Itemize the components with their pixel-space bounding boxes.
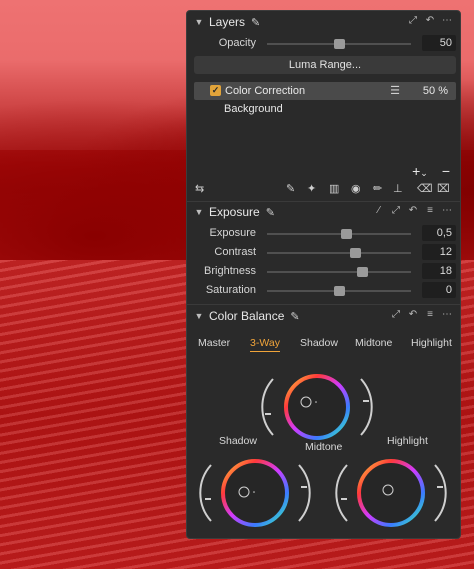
sliders-icon[interactable]: ☰: [390, 82, 400, 100]
contrast-row: Contrast 12: [187, 243, 460, 262]
chevron-down-icon[interactable]: ▼: [191, 207, 207, 217]
pencil-icon[interactable]: ✎: [290, 310, 299, 323]
exposure-row: Exposure 0,5: [187, 224, 460, 243]
chevron-down-icon[interactable]: ▼: [191, 17, 207, 27]
expand-icon[interactable]: ⤢: [408, 15, 418, 26]
tab-midtone[interactable]: Midtone: [355, 337, 392, 349]
exposure-header[interactable]: ▼ Exposure ✎ ⁄ ⤢ ↶ ≡ ⋯: [187, 201, 460, 223]
layer-name: Background: [224, 103, 283, 115]
slider-label: Exposure: [209, 227, 256, 239]
layer-toolbar: ⇆ ✎ ✦ ▥ ◉ ✏ ⊥ ⌫ ⌧: [187, 179, 460, 199]
ellipsis-icon[interactable]: ⋯: [442, 15, 452, 26]
pencil-icon[interactable]: ✎: [251, 16, 260, 29]
shadow-color-wheel[interactable]: [197, 449, 317, 539]
reset-icon[interactable]: ↶: [408, 205, 418, 216]
tab-3-way[interactable]: 3-Way: [250, 337, 280, 352]
opacity-row: Opacity 50: [187, 34, 460, 53]
layer-visibility-checkbox[interactable]: ✓: [210, 85, 221, 96]
tab-master[interactable]: Master: [198, 337, 230, 349]
exposure-title: Exposure: [209, 205, 260, 219]
slider-label: Contrast: [214, 246, 256, 258]
expand-icon[interactable]: ⤢: [391, 309, 401, 320]
slider-thumb[interactable]: [357, 267, 369, 277]
ellipsis-icon[interactable]: ⋯: [442, 205, 452, 216]
erase-brush-icon[interactable]: ⌫: [417, 182, 433, 195]
pencil-icon[interactable]: ✎: [266, 206, 275, 219]
opacity-label: Opacity: [218, 37, 256, 49]
eraser-icon[interactable]: ✏: [373, 182, 382, 195]
color-balance-header[interactable]: ▼ Color Balance ✎ ⤢ ↶ ≡ ⋯: [187, 305, 460, 327]
layer-opacity: 50 %: [422, 85, 448, 97]
layer-row-background[interactable]: Background: [194, 100, 456, 118]
slider-thumb[interactable]: [349, 248, 361, 258]
luma-range-button[interactable]: Luma Range...: [194, 56, 456, 74]
saturation-row: Saturation 0: [187, 281, 460, 300]
stamp-icon[interactable]: ⊥: [393, 182, 403, 195]
brightness-value[interactable]: 18: [422, 263, 456, 279]
hamburger-icon[interactable]: ≡: [425, 205, 435, 216]
layer-name: Color Correction: [225, 85, 306, 97]
picker-icon[interactable]: ⁄: [374, 205, 384, 216]
wheel-center-dot: [315, 401, 317, 403]
highlight-color-wheel[interactable]: [335, 449, 455, 539]
slider-thumb[interactable]: [341, 229, 353, 239]
exposure-value[interactable]: 0,5: [422, 225, 456, 241]
layer-row-color-correction[interactable]: ✓ Color Correction ☰ 50 %: [194, 82, 456, 100]
color-balance-tabs: Master 3-Way Shadow Midtone Highlight: [187, 334, 460, 354]
contrast-slider[interactable]: [267, 248, 411, 258]
hamburger-icon[interactable]: ≡: [425, 309, 435, 320]
opacity-slider-thumb[interactable]: [334, 39, 345, 49]
layer-settings-icon[interactable]: ⇆: [195, 182, 204, 195]
contrast-value[interactable]: 12: [422, 244, 456, 260]
slider-thumb[interactable]: [334, 286, 345, 296]
exposure-slider[interactable]: [267, 229, 411, 239]
saturation-value[interactable]: 0: [422, 282, 456, 298]
chevron-down-icon: ⌄: [420, 168, 428, 178]
adjustments-panel: ▼ Layers ✎ ⤢ ↶ ⋯ Opacity 50 Luma Range..…: [186, 10, 461, 539]
reset-icon[interactable]: ↶: [408, 309, 418, 320]
chevron-down-icon[interactable]: ▼: [191, 311, 207, 321]
ellipsis-icon[interactable]: ⋯: [442, 309, 452, 320]
saturation-slider[interactable]: [267, 286, 411, 296]
magic-brush-icon[interactable]: ✦: [307, 182, 316, 195]
tab-highlight[interactable]: Highlight: [411, 337, 452, 349]
expand-icon[interactable]: ⤢: [391, 205, 401, 216]
wheel-center-dot: [253, 491, 255, 493]
remove-layer-button[interactable]: −: [442, 163, 450, 179]
layers-title: Layers: [209, 15, 246, 29]
slider-label: Saturation: [205, 284, 256, 296]
highlight-wheel-label: Highlight: [387, 435, 428, 447]
linear-gradient-icon[interactable]: ▥: [329, 182, 339, 195]
add-layer-button[interactable]: +⌄: [412, 163, 428, 179]
tab-shadow[interactable]: Shadow: [300, 337, 338, 349]
brush-icon[interactable]: ✎: [286, 182, 295, 195]
reset-icon[interactable]: ↶: [425, 15, 435, 26]
radial-gradient-icon[interactable]: ◉: [351, 182, 361, 195]
slider-label: Brightness: [204, 265, 256, 277]
midtone-color-wheel[interactable]: [257, 359, 377, 449]
brightness-row: Brightness 18: [187, 262, 460, 281]
clear-mask-icon[interactable]: ⌧: [437, 182, 450, 195]
opacity-slider[interactable]: [267, 39, 411, 49]
shadow-wheel-label: Shadow: [219, 435, 257, 447]
opacity-value[interactable]: 50: [422, 35, 456, 51]
brightness-slider[interactable]: [267, 267, 411, 277]
color-balance-title: Color Balance: [209, 309, 285, 323]
layers-header[interactable]: ▼ Layers ✎ ⤢ ↶ ⋯: [187, 11, 460, 33]
